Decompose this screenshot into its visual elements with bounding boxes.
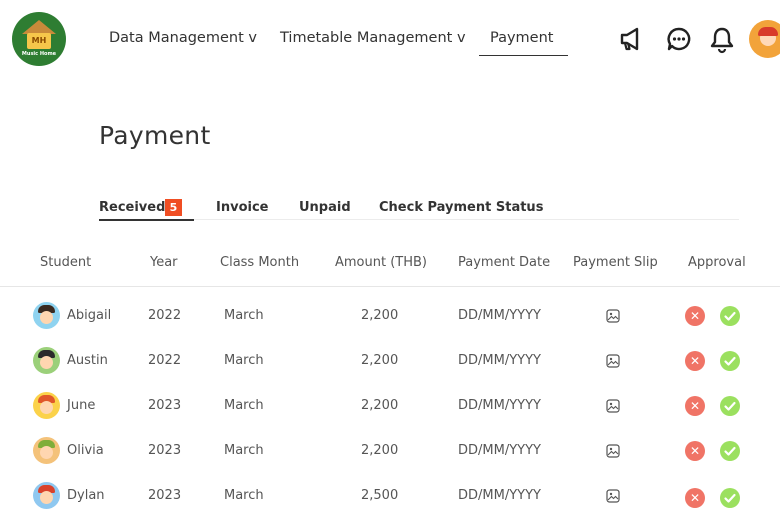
approve-button[interactable]	[720, 351, 740, 371]
student-avatar	[33, 437, 60, 464]
tab-invoice[interactable]: Invoice	[216, 200, 268, 215]
student-name: Abigail	[67, 308, 112, 323]
reject-button[interactable]: ✕	[685, 351, 705, 371]
image-icon[interactable]	[606, 444, 620, 458]
logo-roof	[22, 20, 56, 34]
nav-timetable-management[interactable]: Timetable Management v	[280, 30, 466, 46]
payment-date-cell: DD/MM/YYYY	[458, 308, 541, 323]
payment-date-cell: DD/MM/YYYY	[458, 353, 541, 368]
table-header-divider	[0, 286, 780, 287]
table-row: Austin 2022 March 2,200 DD/MM/YYYY ✕	[0, 345, 780, 390]
year-cell: 2022	[148, 308, 182, 323]
column-header-payment-date: Payment Date	[458, 255, 551, 270]
year-cell: 2023	[148, 488, 182, 503]
nav-data-management[interactable]: Data Management v	[109, 30, 257, 46]
class-month-cell: March	[224, 443, 264, 458]
year-cell: 2023	[148, 443, 182, 458]
column-header-payment-slip: Payment Slip	[573, 255, 658, 270]
tab-active-indicator	[99, 219, 194, 221]
student-avatar	[33, 302, 60, 329]
table-row: June 2023 March 2,200 DD/MM/YYYY ✕	[0, 390, 780, 435]
student-name: Austin	[67, 353, 108, 368]
column-header-class-month: Class Month	[220, 255, 300, 270]
year-cell: 2023	[148, 398, 182, 413]
nav-payment[interactable]: Payment	[490, 30, 553, 46]
student-avatar	[33, 482, 60, 509]
tab-unpaid[interactable]: Unpaid	[299, 200, 351, 215]
approve-button[interactable]	[720, 441, 740, 461]
table-row: Olivia 2023 March 2,200 DD/MM/YYYY ✕	[0, 435, 780, 480]
approve-button[interactable]	[720, 396, 740, 416]
payment-date-cell: DD/MM/YYYY	[458, 488, 541, 503]
page-title: Payment	[99, 121, 211, 150]
column-header-amount: Amount (THB)	[335, 255, 427, 270]
column-header-approval: Approval	[688, 255, 746, 270]
class-month-cell: March	[224, 353, 264, 368]
student-name: June	[67, 398, 96, 413]
reject-button[interactable]: ✕	[685, 396, 705, 416]
student-name: Olivia	[67, 443, 104, 458]
student-avatar	[33, 347, 60, 374]
year-cell: 2022	[148, 353, 182, 368]
amount-cell: 2,200	[361, 398, 399, 413]
amount-cell: 2,200	[361, 443, 399, 458]
payment-date-cell: DD/MM/YYYY	[458, 398, 541, 413]
class-month-cell: March	[224, 308, 264, 323]
chat-icon[interactable]	[664, 24, 694, 54]
image-icon[interactable]	[606, 309, 620, 323]
image-icon[interactable]	[606, 489, 620, 503]
table-row: Abigail 2022 March 2,200 DD/MM/YYYY ✕	[0, 300, 780, 345]
approve-button[interactable]	[720, 306, 740, 326]
table-row: Dylan 2023 March 2,500 DD/MM/YYYY ✕	[0, 480, 780, 525]
reject-button[interactable]: ✕	[685, 488, 705, 508]
user-avatar[interactable]	[749, 20, 780, 58]
reject-button[interactable]: ✕	[685, 306, 705, 326]
logo-subtitle: Music Home	[21, 51, 57, 57]
bell-icon[interactable]	[707, 24, 737, 54]
logo-mark: MH	[27, 33, 51, 49]
tab-received[interactable]: Received	[99, 200, 165, 215]
amount-cell: 2,200	[361, 308, 399, 323]
nav-active-indicator	[479, 55, 568, 56]
student-avatar	[33, 392, 60, 419]
image-icon[interactable]	[606, 399, 620, 413]
column-header-student: Student	[40, 255, 92, 270]
approve-button[interactable]	[720, 488, 740, 508]
tab-check-payment-status[interactable]: Check Payment Status	[379, 200, 543, 215]
tabs-divider	[99, 219, 739, 220]
avatar-hair	[758, 27, 778, 36]
class-month-cell: March	[224, 488, 264, 503]
received-count-badge: 5	[165, 199, 182, 216]
image-icon[interactable]	[606, 354, 620, 368]
student-name: Dylan	[67, 488, 105, 503]
class-month-cell: March	[224, 398, 264, 413]
amount-cell: 2,200	[361, 353, 399, 368]
megaphone-icon[interactable]	[616, 24, 646, 54]
payment-date-cell: DD/MM/YYYY	[458, 443, 541, 458]
amount-cell: 2,500	[361, 488, 399, 503]
app-logo[interactable]: MH Music Home	[12, 12, 66, 66]
reject-button[interactable]: ✕	[685, 441, 705, 461]
column-header-year: Year	[150, 255, 178, 270]
